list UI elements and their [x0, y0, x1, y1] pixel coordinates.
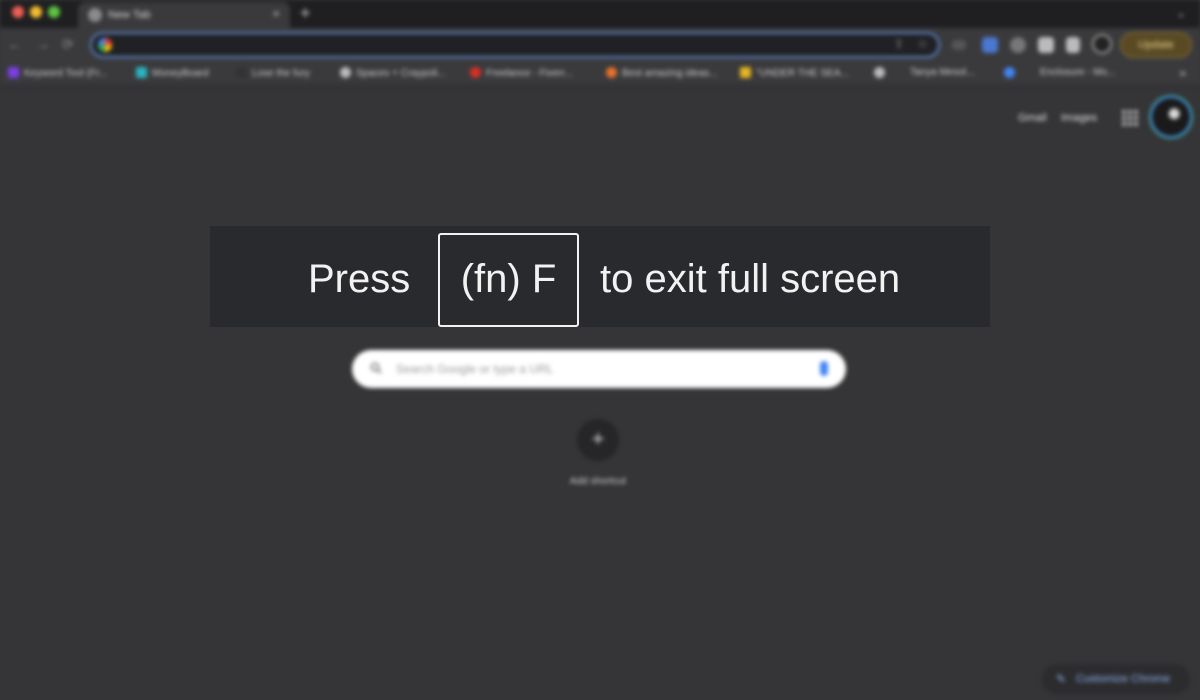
plus-icon: +	[591, 426, 605, 451]
bookmark-label: Enclosure - Mo...	[1040, 67, 1116, 78]
add-shortcut-button[interactable]: +	[577, 419, 619, 461]
browser-window: New Tab × + ⌄ ← → ⟳ ⇧ ☆ Update Keyword T…	[0, 0, 1200, 700]
bookmark-item[interactable]	[1004, 67, 1020, 81]
blurred-background: New Tab × + ⌄ ← → ⟳ ⇧ ☆ Update Keyword T…	[0, 0, 1200, 700]
tab-new-tab[interactable]: New Tab ×	[78, 2, 290, 28]
bookmark-item[interactable]: Lose the fury	[236, 67, 310, 81]
pencil-icon: ✎	[1056, 672, 1067, 686]
extension-icon[interactable]	[1010, 37, 1026, 53]
bookmark-favicon-icon	[740, 67, 751, 78]
mic-icon[interactable]	[820, 361, 828, 376]
customize-chrome-label: Customize Chrome	[1076, 673, 1171, 685]
bookmark-favicon-icon	[1004, 67, 1015, 78]
update-button[interactable]: Update	[1120, 32, 1192, 58]
fullscreen-exit-banner: Press (fn) F to exit full screen	[210, 226, 990, 327]
share-icon[interactable]: ⇧	[894, 37, 904, 51]
bookmark-item[interactable]: Enclosure - Mo...	[1040, 67, 1116, 81]
profile-avatar-small[interactable]	[1092, 34, 1112, 54]
search-icon	[370, 362, 382, 374]
bookmark-item[interactable]: MoneyBoard	[136, 67, 209, 81]
fullscreen-window-button[interactable]	[48, 6, 60, 18]
bookmark-item[interactable]: "UNDER THE SEA...	[740, 67, 849, 81]
google-g-icon	[98, 38, 112, 52]
bookmark-favicon-icon	[340, 67, 351, 78]
side-panel-icon[interactable]	[1066, 37, 1080, 53]
customize-chrome-button[interactable]: ✎ Customize Chrome	[1042, 664, 1190, 694]
bookmark-favicon-icon	[470, 67, 481, 78]
shortcut-key-text: (fn) F	[460, 257, 557, 301]
bookmark-star-icon[interactable]: ☆	[917, 37, 928, 51]
images-link[interactable]: Images	[1061, 112, 1097, 124]
bookmark-label: Lose the fury	[252, 68, 310, 79]
bookmarks-bar: Keyword Tool (Fr... MoneyBoard Lose the …	[0, 62, 1200, 86]
bookmark-label: Tanya Mesol...	[910, 67, 975, 78]
bookmark-item[interactable]	[874, 67, 890, 81]
bookmark-favicon-icon	[136, 67, 147, 78]
forward-button[interactable]: →	[36, 36, 50, 52]
bookmark-item[interactable]: Keyword Tool (Fr...	[8, 67, 107, 81]
bookmark-label: "UNDER THE SEA...	[756, 68, 849, 79]
bookmark-favicon-icon	[8, 67, 19, 78]
close-window-button[interactable]	[12, 6, 24, 18]
banner-instruction-text: to exit full screen	[600, 257, 901, 301]
add-shortcut-label: Add shortcut	[569, 476, 627, 487]
bookmark-label: MoneyBoard	[152, 68, 209, 79]
bookmark-item[interactable]: Freelance - Fiverr...	[470, 67, 573, 81]
bookmark-item[interactable]: Spaces + Craypoli...	[340, 67, 446, 81]
bookmarks-overflow-icon[interactable]: »	[1179, 66, 1186, 80]
bookmark-label: Spaces + Craypoli...	[356, 68, 446, 79]
new-tab-favicon-icon	[88, 8, 102, 22]
gmail-link[interactable]: Gmail	[1018, 112, 1047, 124]
bookmark-favicon-icon	[236, 67, 247, 78]
profile-avatar[interactable]	[1152, 98, 1190, 136]
apps-grid-icon[interactable]	[1122, 110, 1138, 126]
tab-title: New Tab	[108, 9, 151, 21]
bookmark-item[interactable]: Best amazing ideas...	[606, 67, 718, 81]
keyboard-shortcut-key: (fn) F	[438, 233, 579, 327]
tab-close-icon[interactable]: ×	[272, 7, 280, 21]
search-input[interactable]: Search Google or type a URL	[352, 350, 846, 388]
bookmark-label: Freelance - Fiverr...	[486, 68, 573, 79]
back-button[interactable]: ←	[8, 36, 22, 52]
translate-extension-icon[interactable]	[982, 37, 998, 53]
browser-toolbar: ← → ⟳ ⇧ ☆ Update	[0, 28, 1200, 62]
minimize-window-button[interactable]	[30, 6, 42, 18]
new-tab-button[interactable]: +	[300, 4, 311, 22]
search-placeholder: Search Google or type a URL	[396, 362, 554, 376]
bookmark-favicon-icon	[606, 67, 617, 78]
tab-groups-icon[interactable]	[952, 40, 966, 50]
reload-button[interactable]: ⟳	[62, 36, 74, 52]
tab-search-icon[interactable]: ⌄	[1176, 6, 1186, 20]
bookmark-label: Keyword Tool (Fr...	[24, 68, 108, 79]
bookmark-label: Best amazing ideas...	[622, 68, 718, 79]
bookmark-item[interactable]: Tanya Mesol...	[910, 67, 974, 81]
tab-strip: New Tab × + ⌄	[0, 0, 1200, 28]
address-bar[interactable]: ⇧ ☆	[90, 32, 940, 58]
banner-press-text: Press	[308, 257, 411, 301]
bookmark-favicon-icon	[874, 67, 885, 78]
puzzle-extensions-icon[interactable]	[1038, 37, 1054, 53]
